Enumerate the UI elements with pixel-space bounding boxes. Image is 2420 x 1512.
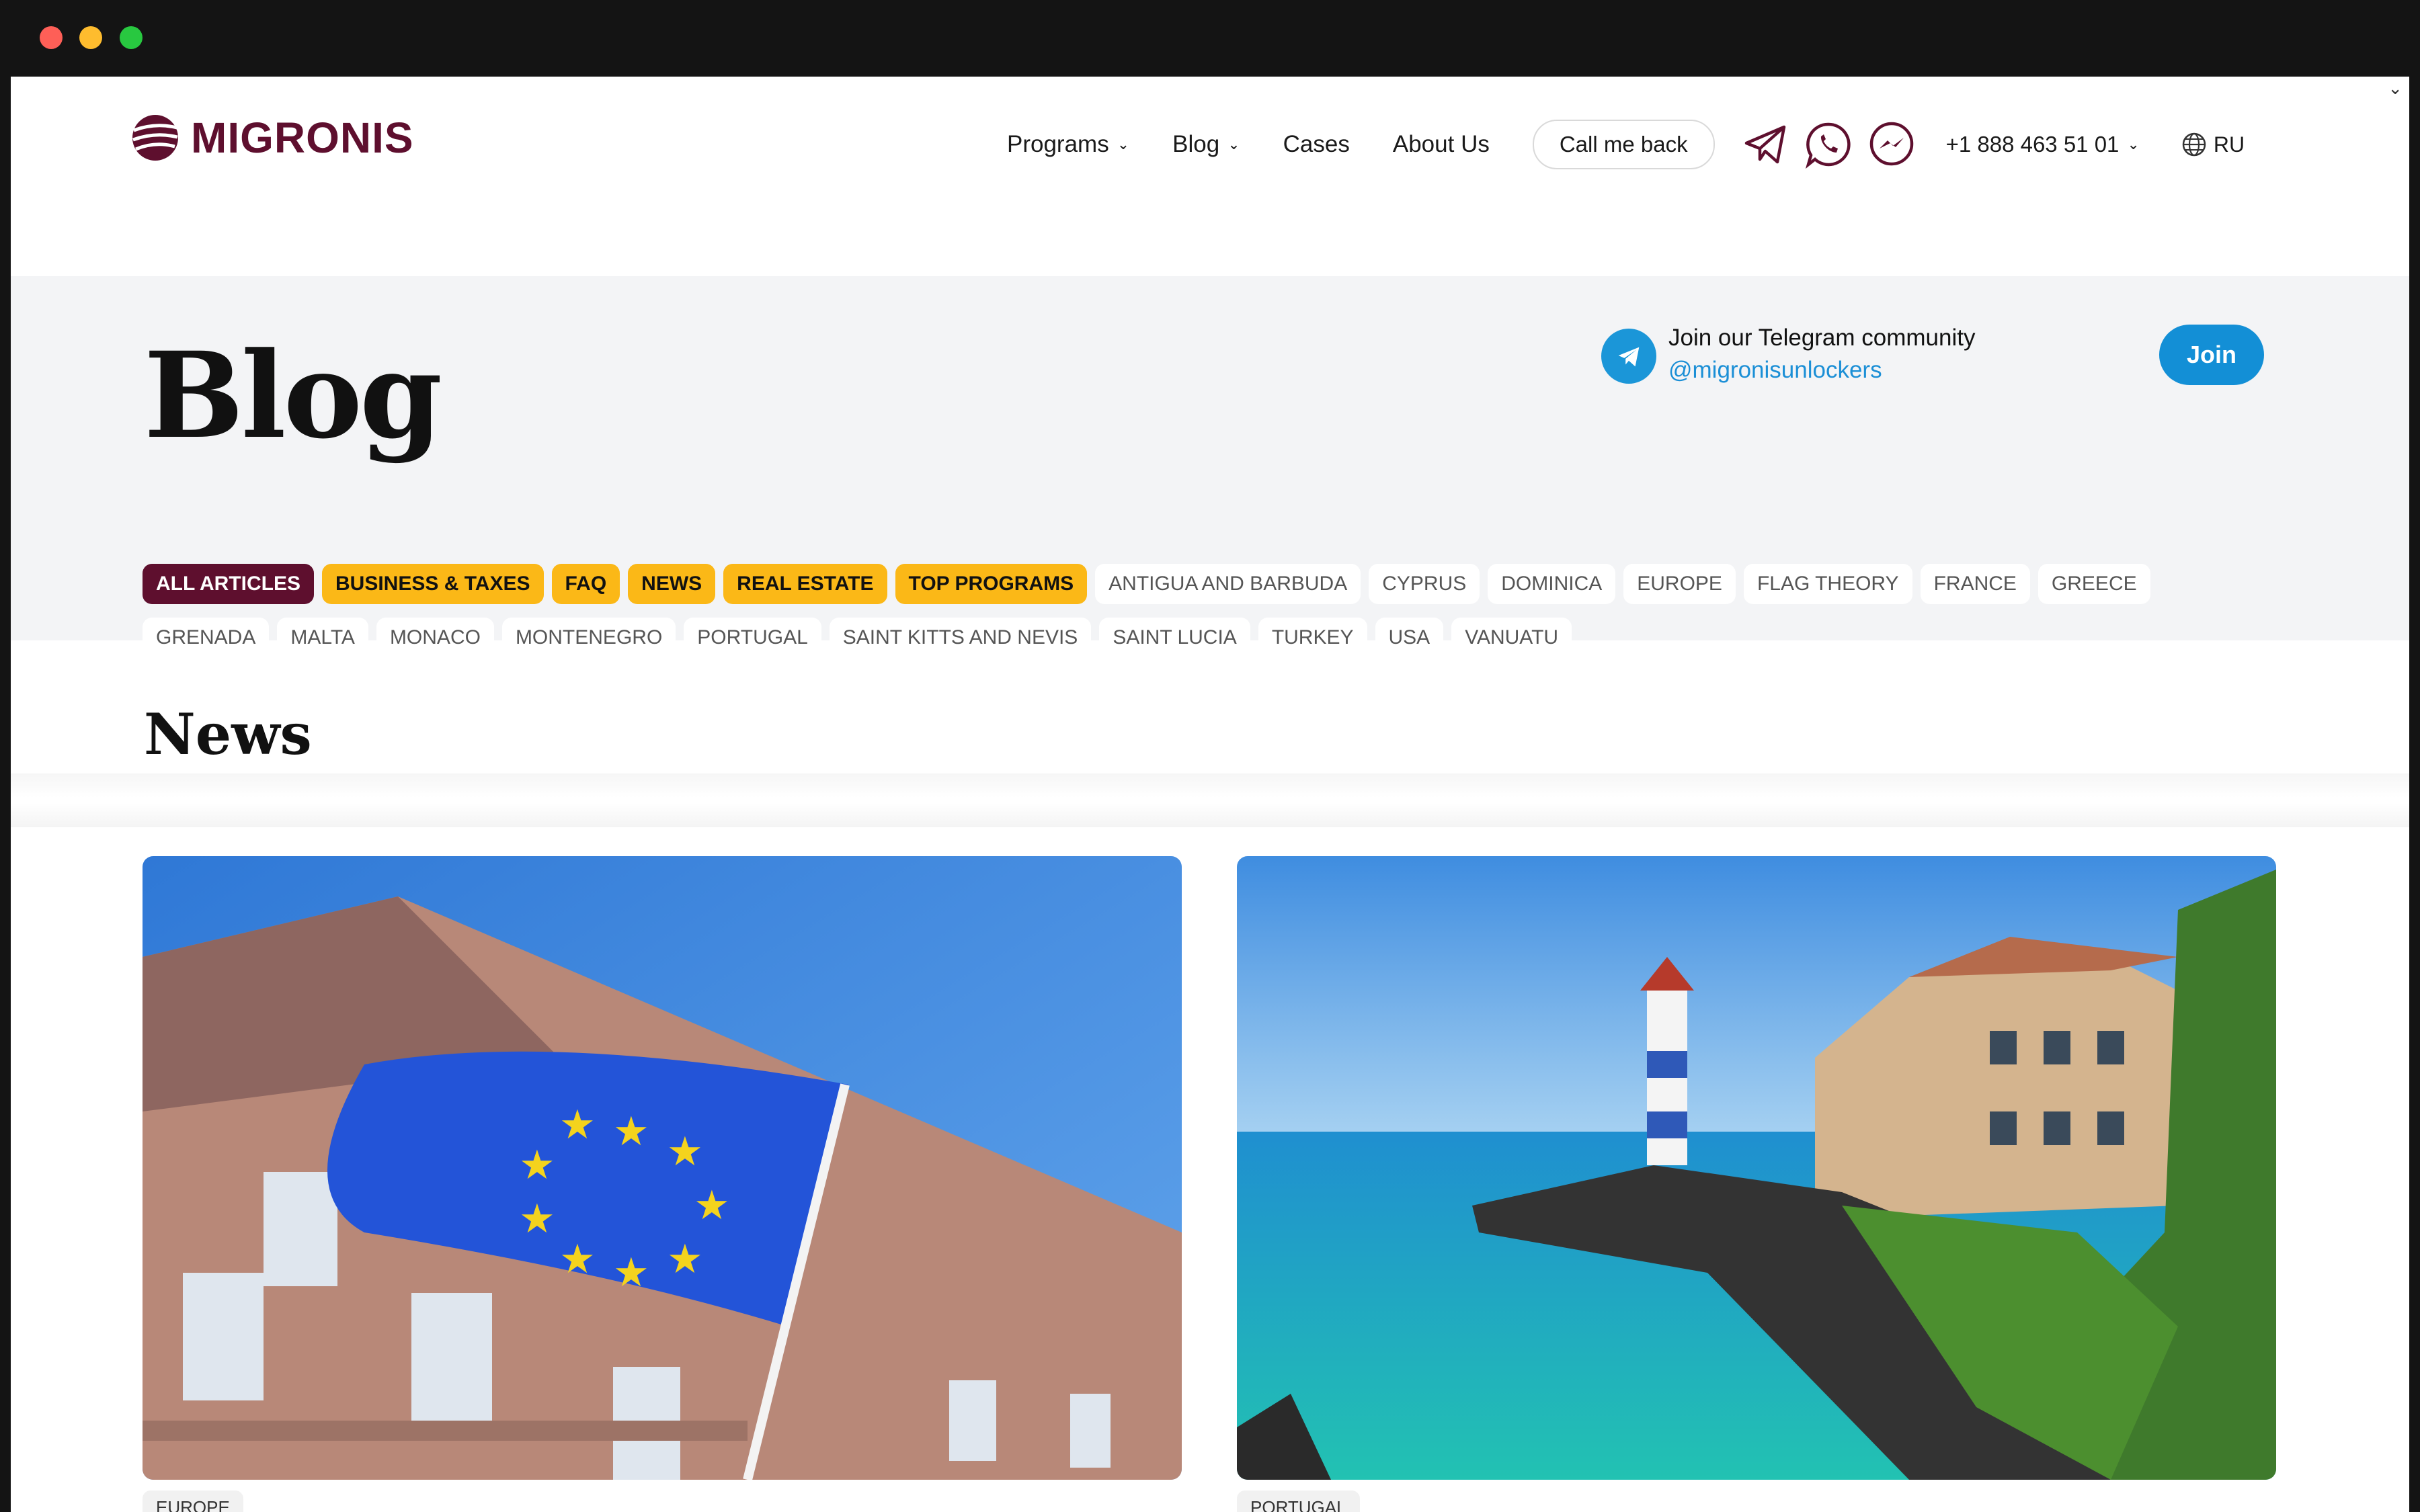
scroll-indicator-icon[interactable]: ⌄: [2388, 78, 2403, 99]
whatsapp-link[interactable]: [1802, 118, 1855, 171]
window-maximize-button[interactable]: [120, 26, 143, 49]
messenger-link[interactable]: [1865, 118, 1918, 171]
telegram-community-promo: Join our Telegram community @migronisunl…: [1668, 325, 1976, 384]
svg-text:★: ★: [519, 1142, 555, 1187]
logo-globe-icon: [132, 115, 178, 161]
news-card-tag[interactable]: EUROPE: [143, 1490, 243, 1512]
category-tag[interactable]: GREECE: [2038, 564, 2150, 604]
eu-flag-building-image: ★ ★ ★★ ★★ ★★ ★: [143, 856, 1182, 1480]
news-card-tag[interactable]: PORTUGAL: [1237, 1490, 1360, 1512]
chevron-down-icon: ⌄: [2127, 136, 2140, 153]
nav-cases[interactable]: Cases: [1283, 131, 1350, 158]
whatsapp-icon: [1805, 122, 1851, 169]
news-card-image-eu-flag[interactable]: ★ ★ ★ ★ ★ ★ ★ ★ ★: [143, 856, 1182, 1480]
category-tag[interactable]: SAINT KITTS AND NEVIS: [829, 618, 1092, 658]
telegram-icon: [1601, 329, 1656, 384]
section-divider: [11, 773, 2409, 827]
blog-hero: Blog Join our Telegram community @migron…: [11, 276, 2409, 658]
window-minimize-button[interactable]: [79, 26, 102, 49]
main-nav: Programs ⌄ Blog ⌄ Cases About Us Call me…: [1007, 118, 2245, 171]
lighthouse-coast-image: [1237, 856, 2276, 1480]
nav-programs-label: Programs: [1007, 131, 1109, 157]
call-me-back-button[interactable]: Call me back: [1532, 120, 1715, 169]
messenger-icon: [1869, 122, 1913, 166]
globe-icon: [2182, 132, 2206, 157]
telegram-promo-text: Join our Telegram community: [1668, 325, 1976, 351]
category-tag[interactable]: NEWS: [628, 564, 716, 604]
svg-text:★: ★: [613, 1109, 649, 1154]
category-tags: ALL ARTICLES BUSINESS & TAXES FAQ NEWS REAL …: [143, 564, 2226, 671]
nav-programs[interactable]: Programs ⌄: [1007, 131, 1129, 158]
nav-about-us[interactable]: About Us: [1393, 131, 1490, 158]
svg-text:★: ★: [694, 1183, 730, 1228]
svg-text:★: ★: [667, 1129, 703, 1174]
category-tag[interactable]: MONTENEGRO: [501, 618, 676, 658]
chevron-down-icon: ⌄: [1227, 136, 1240, 153]
phone-selector[interactable]: +1 888 463 51 01 ⌄: [1946, 132, 2140, 157]
category-tag[interactable]: USA: [1375, 618, 1444, 658]
logo-text: MIGRONIS: [191, 114, 414, 162]
category-tag[interactable]: PORTUGAL: [684, 618, 821, 658]
window-close-button[interactable]: [40, 26, 63, 49]
svg-text:★: ★: [559, 1102, 596, 1147]
category-tag[interactable]: BUSINESS & TAXES: [322, 564, 544, 604]
svg-text:★: ★: [559, 1236, 596, 1282]
nav-cases-label: Cases: [1283, 131, 1350, 157]
svg-text:★: ★: [667, 1236, 703, 1282]
telegram-icon: [1744, 125, 1785, 164]
category-tag[interactable]: CYPRUS: [1369, 564, 1480, 604]
category-tag[interactable]: FLAG THEORY: [1743, 564, 1912, 604]
browser-viewport: ⌄ MIGRONIS Programs ⌄ Blog ⌄ Cases About…: [11, 77, 2409, 1512]
nav-about-label: About Us: [1392, 131, 1490, 157]
category-tag[interactable]: SAINT LUCIA: [1099, 618, 1250, 658]
category-tag[interactable]: TURKEY: [1258, 618, 1367, 658]
join-telegram-button[interactable]: Join: [2159, 325, 2264, 385]
phone-number: +1 888 463 51 01: [1945, 132, 2120, 157]
page-title: Blog: [144, 326, 442, 465]
news-card-image-coast[interactable]: [1237, 856, 2276, 1480]
window-titlebar: [0, 0, 2420, 77]
nav-blog-label: Blog: [1172, 131, 1220, 157]
category-tag[interactable]: FRANCE: [1920, 564, 2030, 604]
telegram-handle-link[interactable]: @migronisunlockers: [1668, 357, 1976, 384]
category-tag[interactable]: TOP PROGRAMS: [895, 564, 1088, 604]
language-switcher[interactable]: RU: [2181, 132, 2245, 157]
category-tag[interactable]: MALTA: [277, 618, 368, 658]
category-tag[interactable]: FAQ: [551, 564, 620, 604]
news-section-title: News: [144, 701, 312, 767]
category-tag[interactable]: ANTIGUA AND BARBUDA: [1095, 564, 1361, 604]
category-tag[interactable]: VANUATU: [1451, 618, 1572, 658]
chevron-down-icon: ⌄: [1117, 136, 1130, 153]
language-label: RU: [2213, 132, 2245, 157]
svg-text:★: ★: [519, 1196, 555, 1241]
category-tag[interactable]: EUROPE: [1623, 564, 1736, 604]
telegram-link[interactable]: [1739, 118, 1791, 171]
category-tag[interactable]: DOMINICA: [1488, 564, 1616, 604]
nav-blog[interactable]: Blog ⌄: [1172, 131, 1240, 158]
svg-text:★: ★: [613, 1250, 649, 1295]
category-tag[interactable]: ALL ARTICLES: [143, 564, 314, 604]
category-tag[interactable]: REAL ESTATE: [723, 564, 887, 604]
site-logo[interactable]: MIGRONIS: [130, 113, 414, 163]
category-tag[interactable]: GRENADA: [143, 618, 270, 658]
category-tag[interactable]: MONACO: [376, 618, 494, 658]
